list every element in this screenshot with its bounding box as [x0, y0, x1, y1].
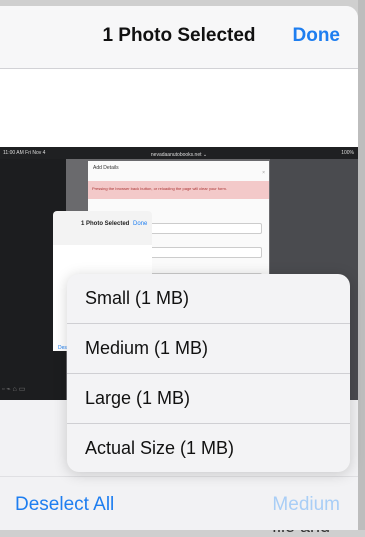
menu-item-large[interactable]: Large (1 MB) — [67, 374, 350, 423]
thumbnail-warning: Pressing the browser back button, or rel… — [88, 181, 269, 199]
thumbnail-status-bar: 11:00 AM Fri Nov 4 nevadaanutobooks.net … — [0, 147, 358, 159]
close-icon: × — [262, 170, 265, 176]
image-size-button[interactable]: Medium — [272, 494, 340, 516]
menu-item-actual-size[interactable]: Actual Size (1 MB) — [67, 424, 350, 472]
background-edge — [358, 0, 365, 530]
sheet-header: 1 Photo Selected Done — [0, 6, 358, 69]
done-button[interactable]: Done — [293, 25, 341, 47]
sheet-footer: Deselect All Medium — [0, 476, 358, 530]
thumbnail-dock-icons: ▫ ⌁ ⌂ ▭ — [0, 386, 26, 393]
deselect-all-button[interactable]: Deselect All — [15, 494, 114, 516]
menu-item-small[interactable]: Small (1 MB) — [67, 274, 350, 323]
photo-grid-area — [0, 69, 358, 147]
menu-item-medium[interactable]: Medium (1 MB) — [67, 324, 350, 373]
image-size-menu: Small (1 MB) Medium (1 MB) Large (1 MB) … — [67, 274, 350, 472]
